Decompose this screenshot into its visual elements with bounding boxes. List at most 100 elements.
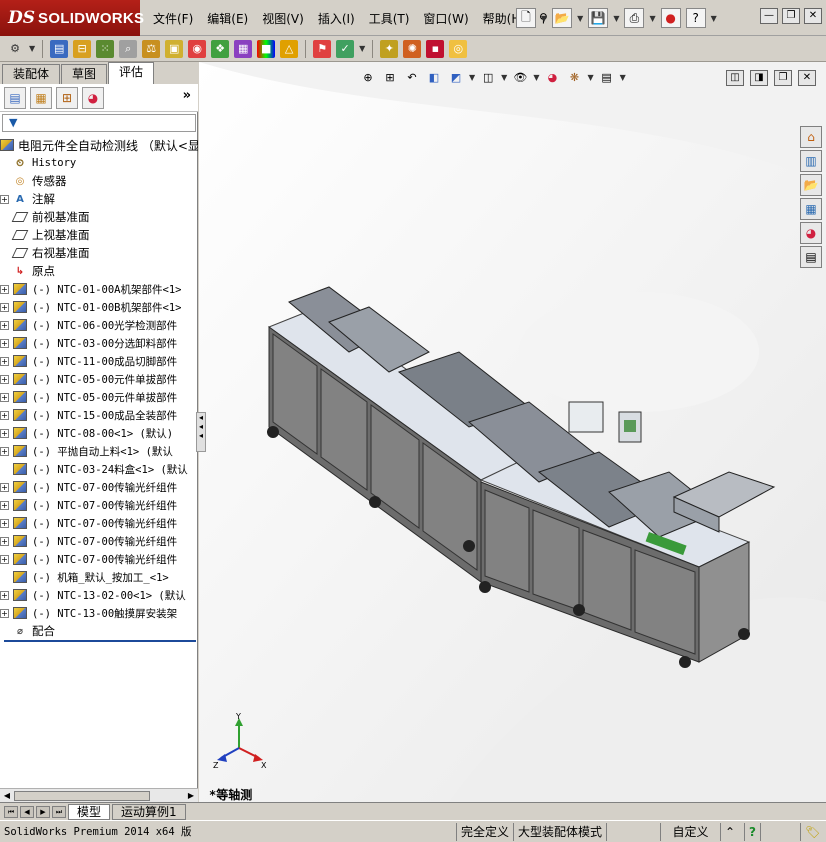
expand-icon[interactable]: + — [0, 284, 9, 294]
rebuild-icon[interactable]: ● — [660, 8, 681, 28]
display-manager-icon[interactable]: ◕ — [82, 86, 104, 109]
tree-item[interactable]: 前视基准面 — [0, 208, 198, 226]
assembly-model[interactable] — [199, 62, 826, 802]
appearances-icon[interactable]: ◕ — [800, 222, 822, 244]
expand-icon[interactable]: + — [0, 410, 9, 420]
sustainability-icon[interactable]: ◎ — [449, 39, 468, 58]
expand-panel-icon[interactable]: ◨ — [750, 70, 768, 86]
expand-icon[interactable]: + — [0, 374, 9, 384]
help-status-icon[interactable]: ? — [744, 822, 760, 841]
zoom-to-fit-icon[interactable]: ⊕ — [359, 68, 377, 86]
open-folder-icon[interactable]: 📂 — [552, 8, 573, 28]
tab-model[interactable]: 模型 — [68, 803, 111, 820]
tree-item[interactable]: + (-) NTC-05-00元件单拔部件 — [0, 370, 198, 388]
collapse-panel-icon[interactable]: ◫ — [726, 70, 744, 86]
previous-view-icon[interactable]: ↶ — [403, 68, 421, 86]
tree-item[interactable]: ⏲ History — [0, 154, 198, 172]
view-palette-icon[interactable]: ▦ — [800, 198, 822, 220]
new-document-icon[interactable]: 🗋 — [516, 8, 536, 28]
help-icon[interactable]: ? — [685, 8, 706, 28]
save-icon[interactable]: 💾 — [588, 8, 609, 28]
configuration-manager-icon[interactable]: ⊞ — [56, 86, 78, 109]
menu-window[interactable]: 窗口(W) — [416, 10, 475, 27]
expand-icon[interactable]: + — [0, 536, 9, 546]
custom-properties-icon[interactable]: ▤ — [800, 246, 822, 268]
draft-analysis-icon[interactable]: △ — [280, 39, 299, 58]
clearance-icon[interactable]: ▦ — [234, 39, 253, 58]
design-library-icon[interactable]: ▥ — [800, 150, 822, 172]
expand-icon[interactable]: + — [0, 428, 9, 438]
tab-sketch[interactable]: 草图 — [61, 64, 108, 84]
curvature-icon[interactable]: ■ — [257, 39, 276, 58]
statistics-icon[interactable]: ✓ — [336, 39, 355, 58]
scroll-left-icon[interactable]: ◀ — [1, 790, 13, 802]
tree-filter[interactable]: ▼ — [2, 114, 196, 132]
expand-icon[interactable]: + — [0, 302, 9, 312]
tree-item[interactable]: (-) 机箱_默认_按加工_<1> — [0, 568, 198, 586]
simxpress-icon[interactable]: ✺ — [403, 39, 422, 58]
menu-tools[interactable]: 工具(T) — [362, 10, 417, 27]
chevron-down-icon[interactable]: ▼ — [577, 14, 583, 23]
property-manager-icon[interactable]: ▦ — [30, 86, 52, 109]
chevron-down-icon[interactable]: ▼ — [469, 73, 475, 82]
display-style-icon[interactable]: ◫ — [479, 68, 497, 86]
tree-item[interactable]: + (-) NTC-01-00A机架部件<1> — [0, 280, 198, 298]
section-properties-icon[interactable]: ▣ — [165, 39, 184, 58]
expand-icon[interactable]: + — [0, 392, 9, 402]
units-caret-icon[interactable]: ⌃ — [720, 822, 744, 841]
prev-tab-icon[interactable]: ◀ — [20, 805, 34, 818]
expand-icon[interactable]: + — [0, 320, 9, 330]
graphics-area[interactable]: ⊕ ⊞ ↶ ◧ ◩ ▼ ◫ ▼ 👁 ▼ ◕ ❋ ▼ ▤ ▼ ◫ ◨ ❐ ✕ ⌂ ▥ 📂 ▦… — [199, 62, 826, 802]
tree-item[interactable]: ⌀ 配合 — [0, 622, 198, 640]
view-orientation-icon[interactable]: ◩ — [447, 68, 465, 86]
insert-component-icon[interactable]: ▤ — [50, 39, 69, 58]
doc-restore-icon[interactable]: ❐ — [774, 70, 792, 86]
doc-close-icon[interactable]: ✕ — [798, 70, 816, 86]
double-chevron-right-icon[interactable]: » — [183, 88, 191, 103]
tree-item[interactable]: + (-) NTC-11-00成品切脚部件 — [0, 352, 198, 370]
edit-appearance-icon[interactable]: ◕ — [543, 68, 561, 86]
chevron-down-icon[interactable]: ▼ — [359, 44, 365, 53]
next-tab-icon[interactable]: ▶ — [36, 805, 50, 818]
chevron-down-icon[interactable]: ▼ — [533, 73, 539, 82]
horizontal-scrollbar[interactable]: ◀ ▶ — [0, 788, 198, 802]
view-settings-icon[interactable]: ▤ — [598, 68, 616, 86]
tree-item[interactable]: + (-) NTC-06-00光学检测部件 — [0, 316, 198, 334]
tag-icon[interactable]: 🏷 — [800, 822, 824, 841]
interference-icon[interactable]: ❖ — [211, 39, 230, 58]
expand-icon[interactable]: + — [0, 338, 9, 348]
file-explorer-icon[interactable]: 📂 — [800, 174, 822, 196]
chevron-down-icon[interactable]: ▼ — [613, 14, 619, 23]
chevron-down-icon[interactable]: ▼ — [29, 44, 35, 53]
restore-icon[interactable]: ❐ — [782, 8, 800, 24]
scroll-right-icon[interactable]: ▶ — [185, 790, 197, 802]
tree-item[interactable]: ◎ 传感器 — [0, 172, 198, 190]
expand-icon[interactable]: + — [0, 590, 9, 600]
tree-item[interactable]: 上视基准面 — [0, 226, 198, 244]
minimize-icon[interactable]: — — [760, 8, 778, 24]
tree-item[interactable]: + (-) NTC-08-00<1> (默认) — [0, 424, 198, 442]
tree-root-assembly[interactable]: 电阻元件全自动检测线 （默认<显 — [0, 136, 198, 154]
mass-properties-icon[interactable]: ⚖ — [142, 39, 161, 58]
section-view-icon[interactable]: ◧ — [425, 68, 443, 86]
solidworks-logo[interactable]: DS SOLIDWORKS — [0, 0, 144, 36]
last-tab-icon[interactable]: ⏭ — [52, 805, 66, 818]
chevron-down-icon[interactable]: ▼ — [620, 73, 626, 82]
expand-icon[interactable]: + — [0, 500, 9, 510]
hide-show-items-icon[interactable]: 👁 — [511, 68, 529, 86]
component-pattern-icon[interactable]: ⁙ — [96, 39, 115, 58]
tree-item[interactable]: ↳ 原点 — [0, 262, 198, 280]
tab-motion-study[interactable]: 运动算例1 — [112, 803, 186, 820]
tree-item[interactable]: + (-) NTC-07-00传输光纤组件 — [0, 550, 198, 568]
tree-item[interactable]: + (-) NTC-07-00传输光纤组件 — [0, 514, 198, 532]
menu-file[interactable]: 文件(F) — [146, 10, 200, 27]
tree-item[interactable]: (-) NTC-03-24料盒<1> (默认 — [0, 460, 198, 478]
floxpress-icon[interactable]: ▪ — [426, 39, 445, 58]
simulation-icon[interactable]: ✦ — [380, 39, 399, 58]
measure-icon[interactable]: ⌕ — [119, 39, 138, 58]
tree-item[interactable]: + (-) NTC-07-00传输光纤组件 — [0, 496, 198, 514]
scrollbar-thumb[interactable] — [14, 791, 150, 801]
expand-icon[interactable]: + — [0, 446, 9, 456]
zoom-to-area-icon[interactable]: ⊞ — [381, 68, 399, 86]
close-icon[interactable]: ✕ — [804, 8, 822, 24]
